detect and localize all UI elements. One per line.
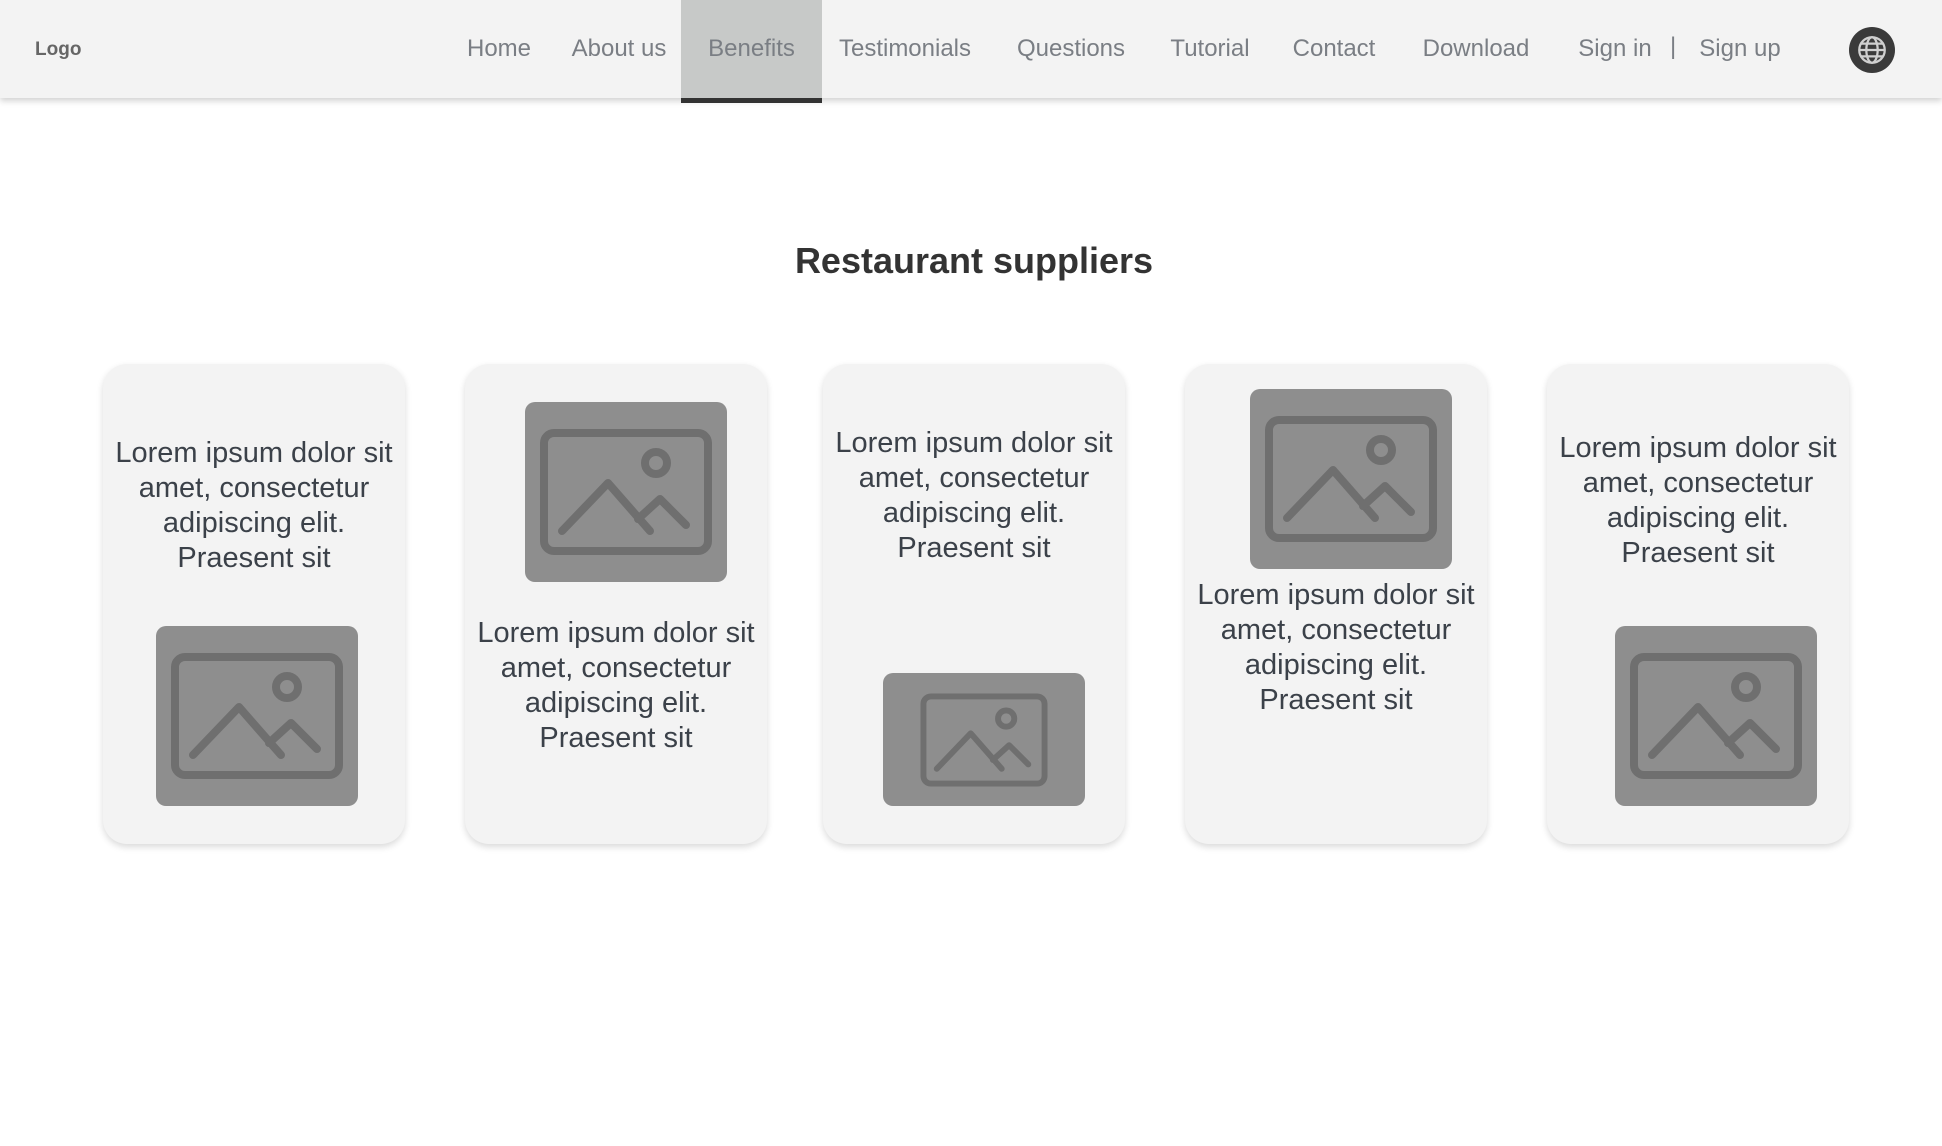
sign-in-link[interactable]: Sign in — [1570, 0, 1660, 98]
image-placeholder — [1615, 626, 1817, 806]
image-placeholder — [1250, 389, 1452, 569]
nav-home[interactable]: Home — [457, 0, 541, 98]
supplier-card[interactable]: Lorem ipsum dolor sit amet, consectetur … — [1185, 364, 1487, 844]
auth-separator: | — [1670, 33, 1677, 60]
card-text: Lorem ipsum dolor sit amet, consectetur … — [835, 427, 1113, 564]
supplier-card[interactable]: Lorem ipsum dolor sit amet, consectetur … — [103, 364, 405, 844]
image-icon — [1630, 653, 1802, 779]
sign-up-link[interactable]: Sign up — [1692, 0, 1788, 98]
image-icon — [920, 692, 1048, 787]
nav-testimonials[interactable]: Testimonials — [827, 0, 983, 98]
page: Logo Home About us Benefits Testimonials… — [0, 0, 1942, 1146]
image-placeholder — [883, 673, 1085, 806]
image-icon — [540, 429, 712, 555]
nav-about-us[interactable]: About us — [565, 0, 673, 98]
globe-icon[interactable] — [1849, 27, 1895, 73]
nav-benefits[interactable]: Benefits — [681, 0, 822, 103]
top-navbar: Logo Home About us Benefits Testimonials… — [0, 0, 1942, 103]
card-text: Lorem ipsum dolor sit amet, consectetur … — [115, 437, 393, 574]
page-title: Restaurant suppliers — [794, 240, 1154, 281]
supplier-card[interactable]: Lorem ipsum dolor sit amet, consectetur … — [1547, 364, 1849, 844]
supplier-card[interactable]: Lorem ipsum dolor sit amet, consectetur … — [465, 364, 767, 844]
logo[interactable]: Logo — [35, 39, 81, 61]
image-icon — [171, 653, 343, 779]
image-placeholder — [525, 402, 727, 582]
image-placeholder — [156, 626, 358, 806]
nav-contact[interactable]: Contact — [1282, 0, 1386, 98]
nav-tutorial[interactable]: Tutorial — [1160, 0, 1260, 98]
nav-download[interactable]: Download — [1412, 0, 1540, 98]
nav-questions[interactable]: Questions — [1007, 0, 1135, 98]
supplier-card[interactable]: Lorem ipsum dolor sit amet, consectetur … — [823, 364, 1125, 844]
card-text: Lorem ipsum dolor sit amet, consectetur … — [477, 617, 755, 754]
card-text: Lorem ipsum dolor sit amet, consectetur … — [1197, 579, 1475, 716]
image-icon — [1265, 416, 1437, 542]
card-text: Lorem ipsum dolor sit amet, consectetur … — [1559, 432, 1837, 569]
